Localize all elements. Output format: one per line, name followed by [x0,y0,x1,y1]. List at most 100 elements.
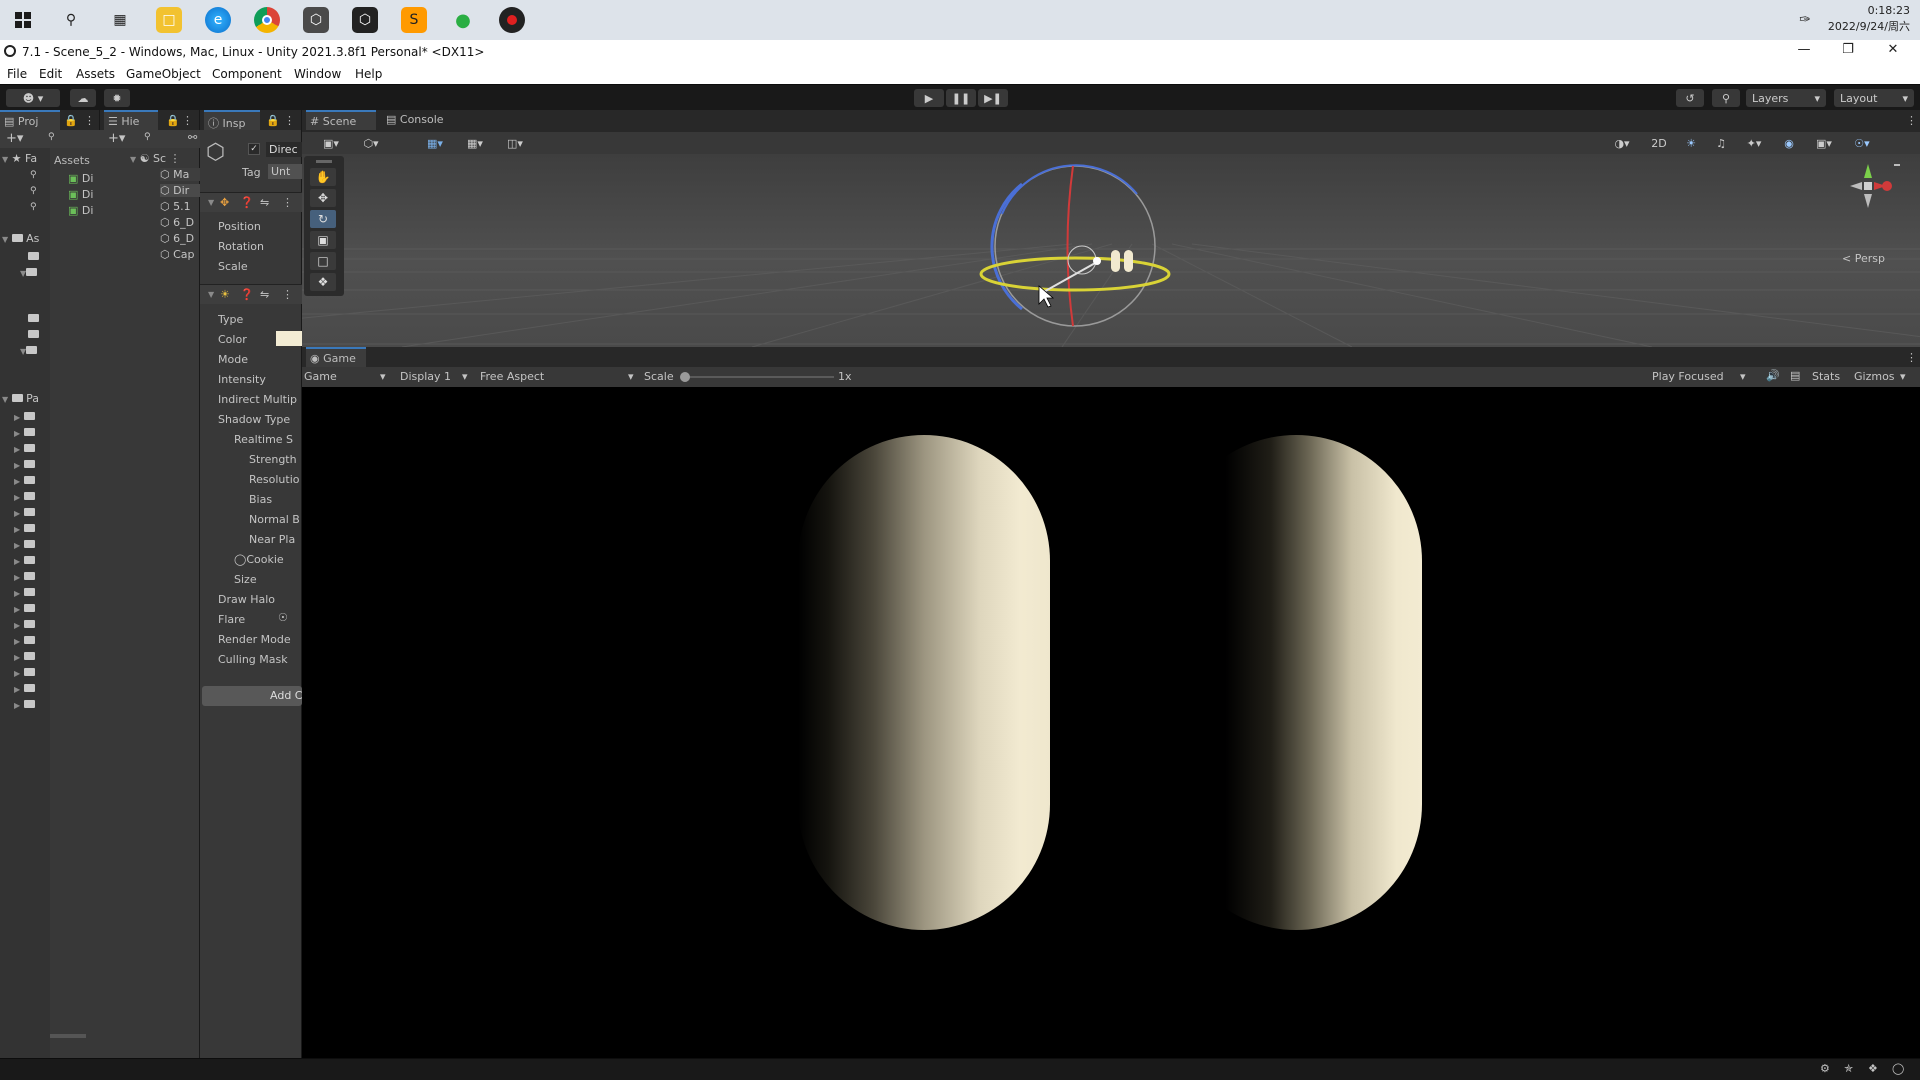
transform-header[interactable]: ▼ ✥ ❓ ⇋ ⋮ [200,192,302,212]
tag-dropdown[interactable]: Unt [268,164,302,179]
settings-icon[interactable]: ⇋ [260,196,269,209]
menu-assets[interactable]: Assets [76,67,115,81]
tab-scene[interactable]: # Scene [306,110,376,130]
add-component-button[interactable]: Add C [202,686,302,706]
package-folder-item[interactable]: ▶ [14,650,35,663]
package-folder-item[interactable]: ▶ [14,458,35,471]
layout-dropdown[interactable]: Layout ▾ [1834,89,1914,107]
package-folder-item[interactable]: ▶ [14,522,35,535]
package-folder-item[interactable]: ▶ [14,442,35,455]
package-folder-item[interactable]: ▶ [14,602,35,615]
minimize-button[interactable]: — [1784,42,1824,62]
pivot-dropdown[interactable]: ⬡▾ [354,134,388,152]
lock-icon[interactable]: 🔒 [64,114,78,127]
cache-server-icon[interactable]: ❖ [1868,1062,1878,1075]
cloud-icon[interactable]: ☁ [70,89,96,107]
gizmos-toggle-icon[interactable]: ☉▾ [1846,134,1878,152]
package-folder-item[interactable]: ▶ [14,570,35,583]
menu-gameobject[interactable]: GameObject [126,67,201,81]
close-window-button[interactable]: ✕ [1873,42,1913,62]
package-folder-item[interactable]: ▶ [14,538,35,551]
play-button[interactable]: ▶ [914,89,944,107]
lighting-toggle-icon[interactable]: ☀ [1678,134,1704,152]
package-folder-item[interactable]: ▶ [14,426,35,439]
object-name-field[interactable]: Direc [266,142,302,157]
undo-history-icon[interactable]: ↺ [1676,89,1704,107]
lock-icon[interactable]: 🔒 [166,114,180,127]
rect-tool-icon[interactable]: □ [310,252,336,270]
persp-label[interactable]: < Persp [1842,252,1885,265]
display-dropdown[interactable]: Display 1 ▾ [400,370,472,383]
hierarchy-item[interactable]: ⬡ 6_D [160,216,194,229]
zoom-slider[interactable] [50,1034,86,1038]
light-color-swatch[interactable] [276,331,302,346]
snap-settings-dropdown[interactable]: ◫▾ [498,134,532,152]
more-options-icon[interactable]: ⋮ [1906,351,1917,364]
folder-icon[interactable] [28,312,39,325]
wechat-icon[interactable]: ● [450,7,476,33]
help-icon[interactable]: ❓ [240,288,254,301]
scene-viewport[interactable]: < Persp ✋ ✥ ↻ ▣ □ ❖ [302,154,1920,347]
folder-icon[interactable]: ▼ [20,344,38,357]
palette-handle[interactable] [316,160,332,163]
move-tool-icon[interactable]: ✥ [310,189,336,207]
effects-dropdown-icon[interactable]: ✦▾ [1738,134,1770,152]
search-icon[interactable]: ⚲ [1712,89,1740,107]
more-options-icon[interactable]: ⋮ [284,114,295,127]
package-folder-item[interactable]: ▶ [14,682,35,695]
tab-console[interactable]: ▤ Console [382,110,456,130]
layers-dropdown[interactable]: Layers ▾ [1746,89,1826,107]
edge-browser-icon[interactable]: e [205,7,231,33]
favorite-item[interactable]: ▣ Di [68,172,93,185]
menu-component[interactable]: Component [212,67,282,81]
chrome-browser-icon[interactable] [254,7,280,33]
frame-debugger-icon[interactable]: ▤ [1790,369,1800,382]
menu-file[interactable]: File [7,67,27,81]
restore-button[interactable]: ❐ [1828,42,1868,62]
package-folder-item[interactable]: ▶ [14,634,35,647]
system-clock[interactable]: 0:18:23 2022/9/24/周六 [1828,3,1910,35]
task-view-icon[interactable]: ▦ [107,7,133,33]
windows-start-icon[interactable] [10,7,36,33]
package-folder-item[interactable]: ▶ [14,474,35,487]
package-folder-item[interactable]: ▶ [14,554,35,567]
packages-folder-item[interactable]: ▼ Pa [2,392,39,405]
favorite-item[interactable]: ▣ Di [68,204,93,217]
pen-tray-icon[interactable]: ✑ [1792,7,1818,33]
mode-2d-toggle[interactable]: 2D [1646,134,1672,152]
draw-mode-dropdown[interactable]: ▣▾ [314,134,348,152]
package-folder-item[interactable]: ▶ [14,698,35,711]
screen-recorder-icon[interactable] [499,7,525,33]
active-checkbox[interactable]: ✓ [248,143,260,155]
lock-icon[interactable]: 🔒 [266,114,280,127]
game-render-viewport[interactable] [302,387,1920,1058]
scale-slider[interactable] [684,376,834,378]
search-icon[interactable]: ⚲ [58,7,84,33]
hierarchy-item[interactable]: ⬡ Ma [160,168,200,181]
auto-generate-lighting-icon[interactable]: ✯ [1844,1062,1853,1075]
object-picker-icon[interactable]: ☉ [278,611,288,624]
package-folder-item[interactable]: ▶ [14,506,35,519]
hierarchy-item[interactable]: ⬡ 6_D [160,232,194,245]
favorites-item[interactable]: ▼ ★ Fa [2,152,37,165]
hierarchy-item[interactable]: ⬡ Cap [160,248,195,261]
folder-icon[interactable] [28,328,39,341]
menu-window[interactable]: Window [294,67,341,81]
menu-edit[interactable]: Edit [39,67,62,81]
package-folder-item[interactable]: ▶ [14,490,35,503]
unity-editor-icon[interactable]: ⬡ [352,7,378,33]
tab-hierarchy[interactable]: ☰ Hie [104,110,158,130]
folder-icon[interactable]: ▼ [20,266,38,279]
scale-slider-thumb[interactable] [680,372,690,382]
assets-folder-item[interactable]: ▼ As [2,232,39,245]
game-view-dropdown[interactable]: Game ▾ [304,370,390,383]
debug-mode-icon[interactable]: ◯ [1892,1062,1904,1075]
pause-button[interactable]: ❚❚ [946,89,976,107]
sublime-text-icon[interactable]: S [401,7,427,33]
unity-hub-icon[interactable]: ⬡ [303,7,329,33]
package-folder-item[interactable]: ▶ [14,666,35,679]
create-add-button[interactable]: +▾ [6,131,23,146]
increment-snap-dropdown[interactable]: ▦▾ [458,134,492,152]
folder-icon[interactable] [28,250,39,263]
scene-visibility-icon[interactable]: ⚯ [188,131,197,144]
